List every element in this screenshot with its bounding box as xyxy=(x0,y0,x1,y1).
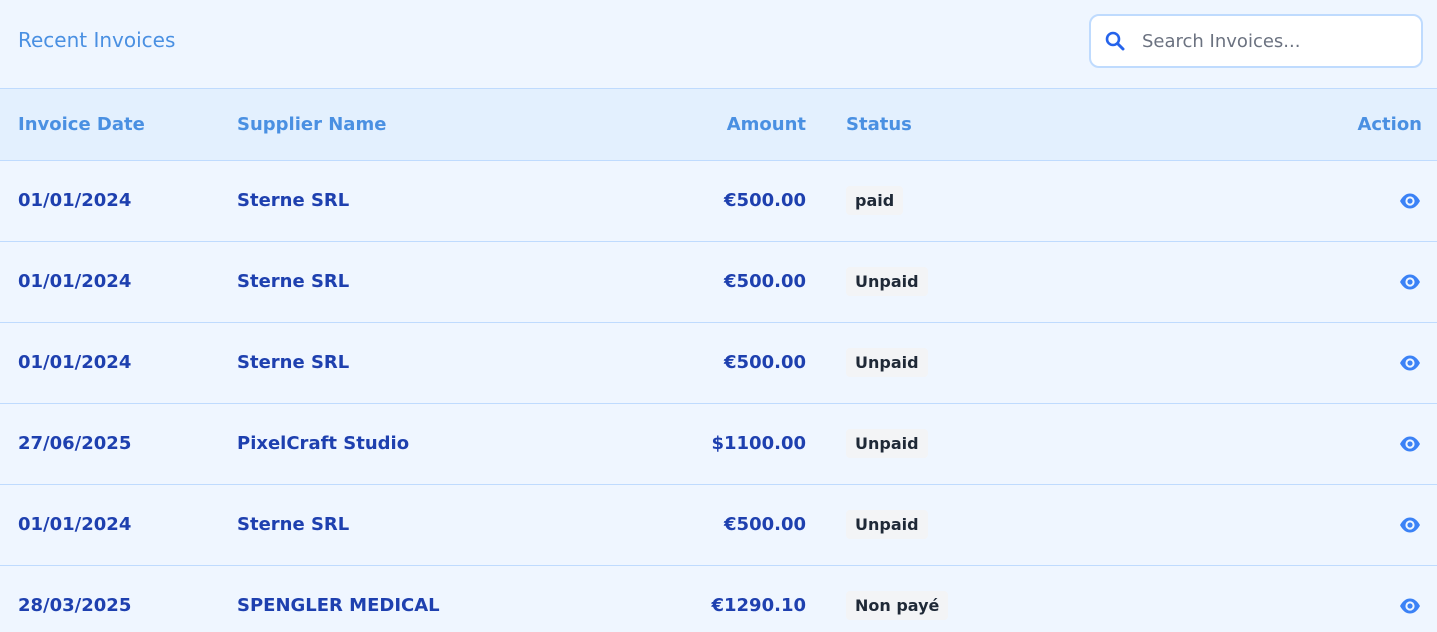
status-badge: Non payé xyxy=(846,591,949,620)
eye-icon[interactable] xyxy=(1398,270,1422,294)
column-header-date[interactable]: Invoice Date xyxy=(0,89,237,160)
invoice-date: 01/01/2024 xyxy=(18,271,132,292)
supplier-name: Sterne SRL xyxy=(237,352,350,373)
table-row[interactable]: 01/01/2024 Sterne SRL €500.00 Unpaid xyxy=(0,322,1437,403)
supplier-name: Sterne SRL xyxy=(237,190,350,211)
search-input[interactable] xyxy=(1142,30,1402,52)
action-cell xyxy=(1266,484,1437,565)
column-header-status[interactable]: Status xyxy=(806,89,1266,160)
table-row[interactable]: 28/03/2025 SPENGLER MEDICAL €1290.10 Non… xyxy=(0,565,1437,632)
supplier-name: Sterne SRL xyxy=(237,514,350,535)
invoices-header: Recent Invoices xyxy=(0,0,1437,89)
eye-icon[interactable] xyxy=(1398,189,1422,213)
status-badge: Unpaid xyxy=(846,429,928,458)
invoice-date: 01/01/2024 xyxy=(18,190,132,211)
eye-icon[interactable] xyxy=(1398,351,1422,375)
table-row[interactable]: 27/06/2025 PixelCraft Studio $1100.00 Un… xyxy=(0,403,1437,484)
status-badge: Unpaid xyxy=(846,510,928,539)
action-cell xyxy=(1266,241,1437,322)
invoice-date: 01/01/2024 xyxy=(18,514,132,535)
status-cell: Non payé xyxy=(806,565,1266,632)
status-cell: Unpaid xyxy=(806,484,1266,565)
invoice-date: 28/03/2025 xyxy=(18,595,132,616)
search-box[interactable] xyxy=(1089,14,1423,68)
invoice-date: 01/01/2024 xyxy=(18,352,132,373)
table-row[interactable]: 01/01/2024 Sterne SRL €500.00 paid xyxy=(0,160,1437,241)
action-cell xyxy=(1266,403,1437,484)
invoice-amount: $1100.00 xyxy=(711,433,806,454)
status-badge: Unpaid xyxy=(846,348,928,377)
supplier-name: PixelCraft Studio xyxy=(237,433,410,454)
invoice-amount: €1290.10 xyxy=(711,595,806,616)
table-row[interactable]: 01/01/2024 Sterne SRL €500.00 Unpaid xyxy=(0,241,1437,322)
column-header-action: Action xyxy=(1357,113,1422,135)
status-badge: Unpaid xyxy=(846,267,928,296)
column-header-supplier[interactable]: Supplier Name xyxy=(237,89,620,160)
supplier-name: Sterne SRL xyxy=(237,271,350,292)
action-cell xyxy=(1266,160,1437,241)
invoice-amount: €500.00 xyxy=(724,352,806,373)
invoices-table: Invoice Date Supplier Name Amount Status… xyxy=(0,89,1437,632)
status-cell: Unpaid xyxy=(806,403,1266,484)
invoice-amount: €500.00 xyxy=(724,190,806,211)
status-cell: Unpaid xyxy=(806,322,1266,403)
page-title: Recent Invoices xyxy=(18,28,176,52)
column-header-amount[interactable]: Amount xyxy=(620,89,806,160)
search-icon xyxy=(1104,30,1126,52)
invoice-amount: €500.00 xyxy=(724,271,806,292)
status-cell: paid xyxy=(806,160,1266,241)
invoice-amount: €500.00 xyxy=(724,514,806,535)
table-row[interactable]: 01/01/2024 Sterne SRL €500.00 Unpaid xyxy=(0,484,1437,565)
status-badge: paid xyxy=(846,186,904,215)
supplier-name: SPENGLER MEDICAL xyxy=(237,595,440,616)
action-cell xyxy=(1266,565,1437,632)
eye-icon[interactable] xyxy=(1398,513,1422,537)
table-header-row: Invoice Date Supplier Name Amount Status… xyxy=(0,89,1437,160)
invoice-date: 27/06/2025 xyxy=(18,433,132,454)
status-cell: Unpaid xyxy=(806,241,1266,322)
eye-icon[interactable] xyxy=(1398,594,1422,618)
action-cell xyxy=(1266,322,1437,403)
eye-icon[interactable] xyxy=(1398,432,1422,456)
